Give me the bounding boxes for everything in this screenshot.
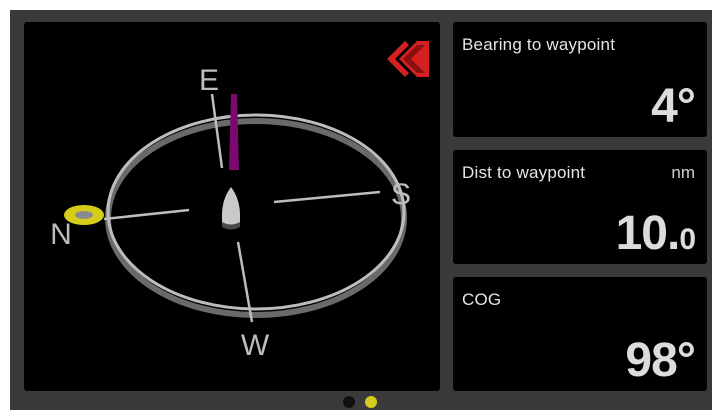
tile-value-main: 10. (615, 207, 681, 260)
compass-ring (106, 113, 406, 311)
page-dot-1[interactable] (343, 396, 355, 408)
tile-value: 4° (651, 80, 696, 133)
tile-dist-to-waypoint[interactable]: Dist to waypoint nm 10.0 (453, 150, 707, 264)
cardinal-south: S (391, 178, 411, 211)
tile-label: Bearing to waypoint (462, 35, 616, 54)
tile-value-main: 98° (625, 334, 696, 387)
tile-bearing-to-waypoint[interactable]: Bearing to waypoint 4° (453, 22, 707, 137)
tile-label: Dist to waypoint (462, 163, 586, 182)
boat-icon (222, 187, 240, 230)
page-indicator (343, 396, 383, 410)
page-dot-2[interactable] (365, 396, 377, 408)
tile-value: 98° (625, 334, 696, 387)
cardinal-north: N (50, 218, 72, 251)
cardinal-west: W (241, 329, 270, 362)
tile-value-suffix: 0 (679, 223, 696, 256)
east-tick (210, 93, 224, 169)
double-chevron-left-icon[interactable] (387, 41, 429, 77)
south-tick (273, 190, 381, 204)
compass-panel: E N S W (24, 22, 440, 391)
bearing-needle (229, 94, 239, 170)
cardinal-east: E (199, 64, 219, 97)
tile-value: 10.0 (615, 207, 696, 260)
tile-cog[interactable]: COG 98° (453, 277, 707, 391)
compass-graphic: E N S W (50, 41, 429, 362)
tile-unit: nm (671, 163, 695, 182)
tile-value-main: 4° (651, 80, 696, 133)
north-tick (103, 208, 190, 221)
compass-ring-shadow (105, 118, 407, 318)
tile-label: COG (462, 290, 502, 309)
